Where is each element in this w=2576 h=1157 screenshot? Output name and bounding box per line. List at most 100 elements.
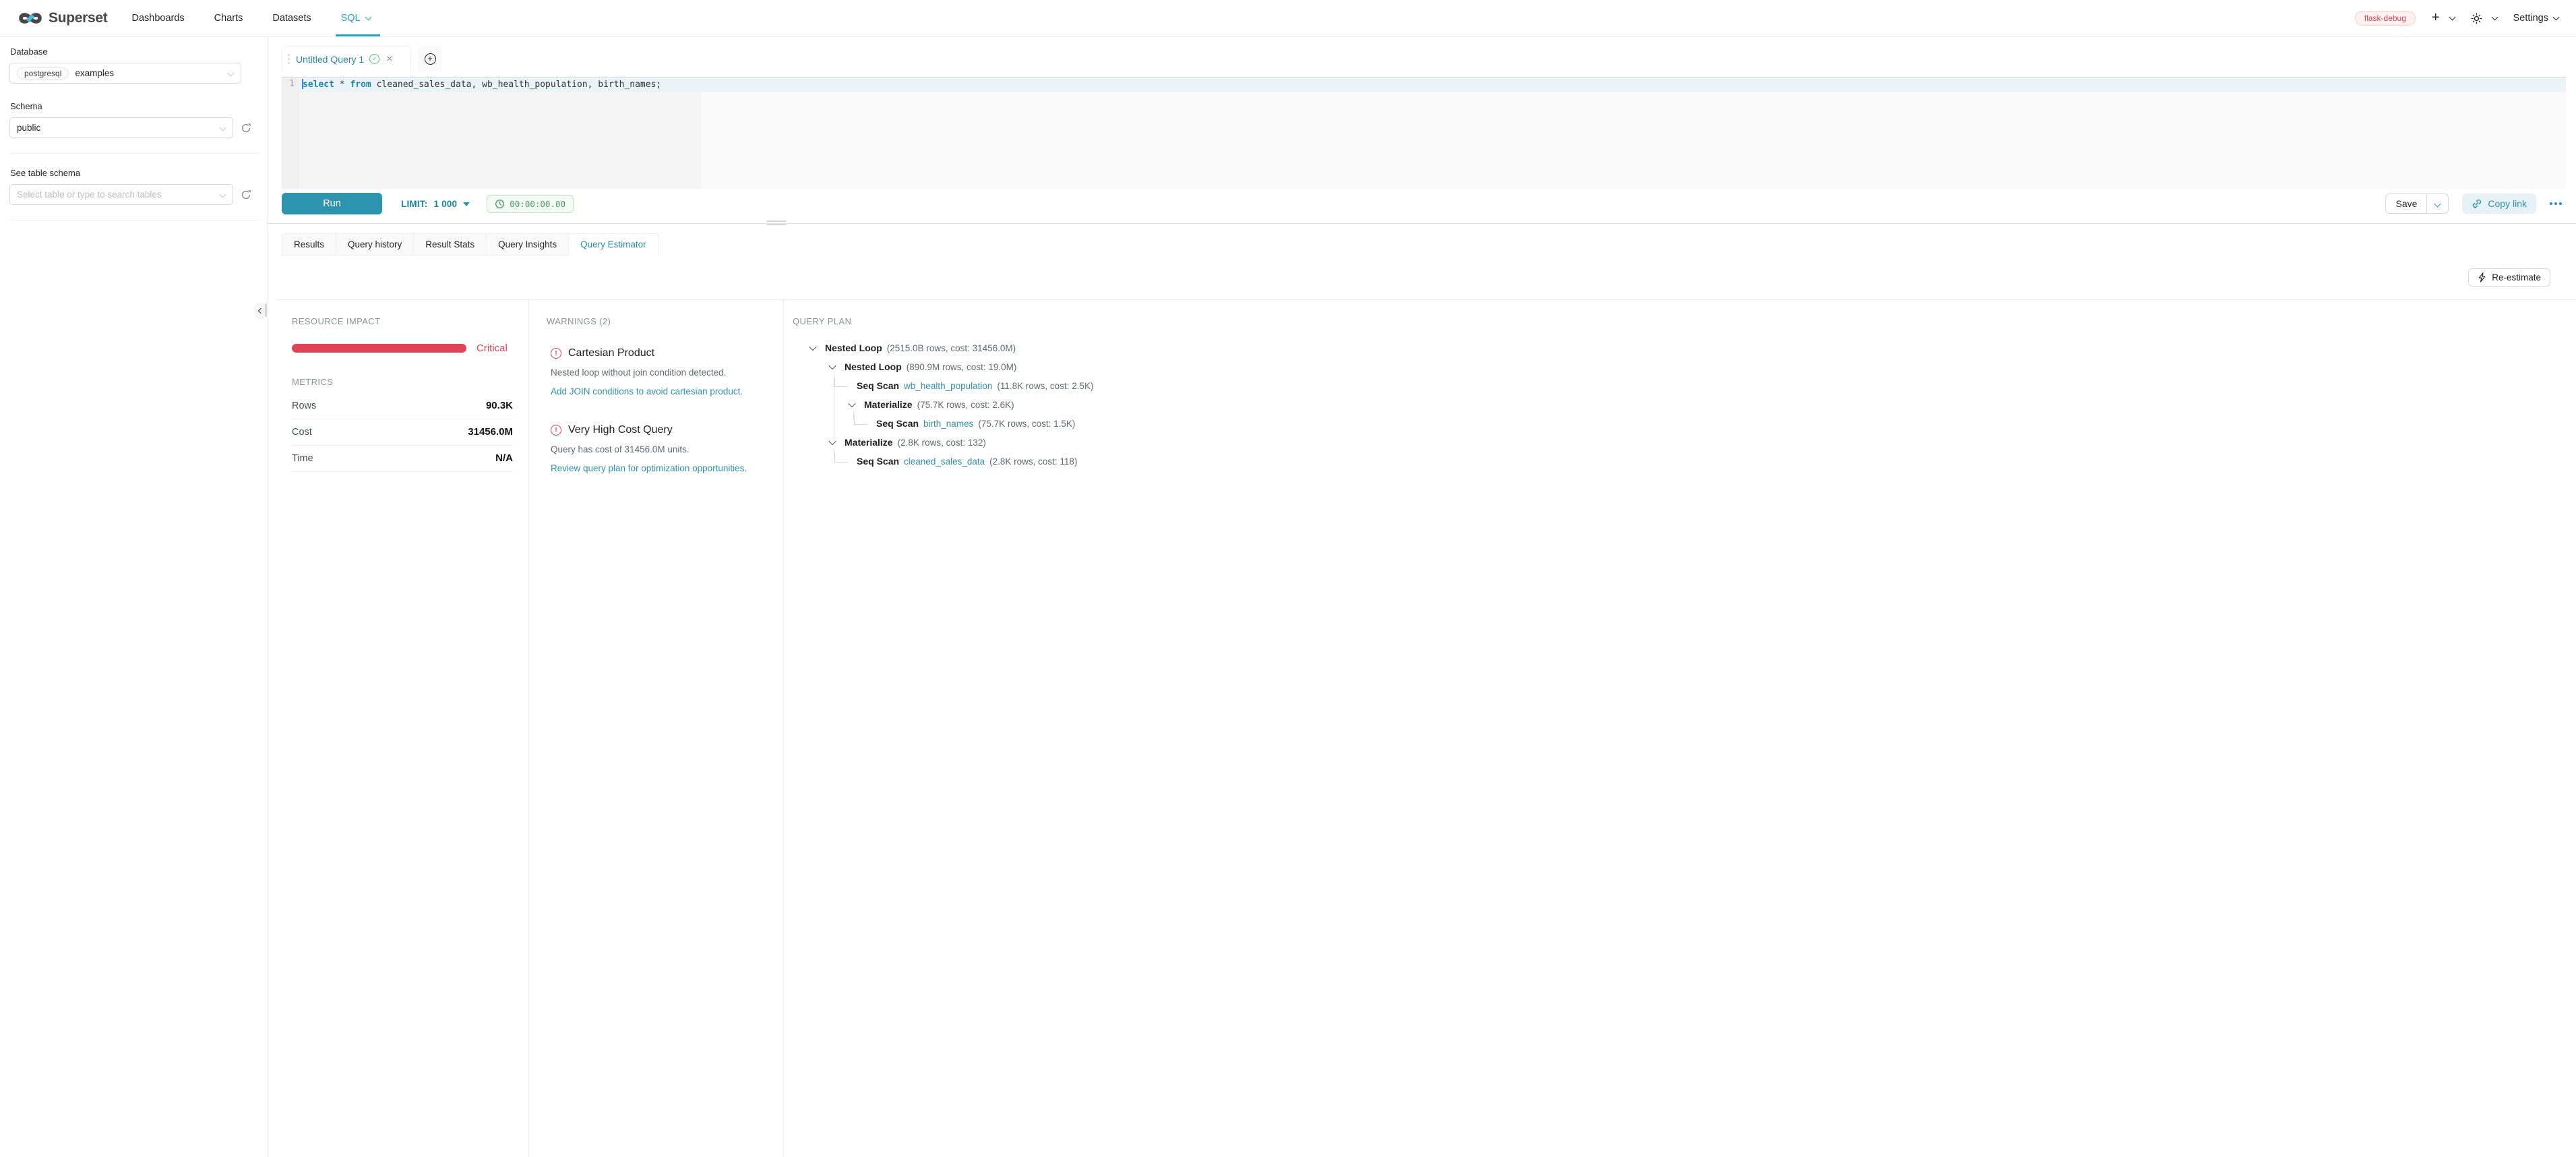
collapse-sidebar-button[interactable] [255, 303, 265, 319]
query-plan-heading: QUERY PLAN [793, 316, 2563, 326]
settings-menu[interactable]: Settings [2513, 13, 2558, 24]
sql-lab-sidebar: Database postgresql examples Schema publ… [0, 37, 268, 1157]
limit-dropdown[interactable]: LIMIT: 1 000 [401, 199, 470, 209]
copy-link-label: Copy link [2488, 198, 2527, 209]
chevron-down-icon [2491, 13, 2498, 20]
settings-label: Settings [2513, 13, 2548, 24]
database-value: examples [75, 68, 114, 78]
tab-results[interactable]: Results [282, 233, 336, 256]
navbar: Superset Dashboards Charts Datasets SQL … [0, 0, 2576, 37]
database-label: Database [10, 47, 257, 57]
table-schema-label: See table schema [10, 168, 257, 178]
active-tab-underline [336, 34, 380, 36]
copy-link-button[interactable]: Copy link [2462, 194, 2536, 214]
tab-result-stats[interactable]: Result Stats [413, 233, 487, 256]
tree-connector-icon [834, 378, 848, 387]
query-plan-tree: Nested Loop (2515.0B rows, cost: 31456.0… [793, 338, 2563, 471]
table-link[interactable]: birth_names [923, 419, 973, 429]
sql-text: * [334, 80, 350, 90]
query-plan-node: Seq Scan wb_health_population (11.8K row… [793, 376, 2563, 395]
resource-impact-heading: RESOURCE IMPACT [292, 316, 513, 326]
chevron-down-icon [220, 191, 226, 198]
chevron-left-icon [258, 308, 264, 314]
resource-impact-panel: RESOURCE IMPACT Critical METRICS Rows 90… [277, 300, 529, 1157]
more-options-icon[interactable] [2548, 198, 2563, 209]
nav-menu: Dashboards Charts Datasets SQL [131, 0, 370, 36]
chevron-down-icon[interactable] [828, 438, 836, 445]
pane-resize-handle[interactable] [766, 219, 787, 226]
save-button[interactable]: Save [2385, 194, 2427, 214]
close-tab-icon[interactable]: × [386, 54, 392, 65]
metric-value: N/A [495, 452, 513, 464]
tab-query-estimator[interactable]: Query Estimator [568, 233, 658, 256]
chevron-down-icon [220, 125, 226, 131]
new-query-tab-button[interactable]: + [418, 46, 442, 71]
scrollbar-thumb[interactable] [265, 303, 267, 317]
chevron-down-icon[interactable] [828, 362, 836, 369]
table-link[interactable]: cleaned_sales_data [904, 456, 985, 467]
schema-value: public [17, 123, 40, 133]
schema-select[interactable]: public [9, 117, 233, 138]
nav-item-charts[interactable]: Charts [214, 0, 243, 36]
estimator-body: RESOURCE IMPACT Critical METRICS Rows 90… [277, 299, 2576, 1157]
metric-row: Time N/A [292, 446, 513, 472]
warnings-panel: WARNINGS (2) ! Cartesian Product Nested … [529, 300, 784, 1157]
save-options-button[interactable] [2427, 194, 2449, 214]
metric-label: Time [292, 453, 313, 464]
table-select[interactable]: Select table or type to search tables [9, 184, 233, 205]
database-select[interactable]: postgresql examples [9, 63, 241, 84]
nav-item-datasets[interactable]: Datasets [272, 0, 311, 36]
plan-node-name: Seq Scan [876, 418, 919, 429]
results-tab-bar: Results Query history Result Stats Query… [282, 233, 2576, 256]
editor-gutter: 1 [282, 78, 299, 189]
query-timer: 00:00:00.00 [487, 195, 574, 213]
chevron-down-icon[interactable] [848, 400, 855, 407]
reestimate-label: Re-estimate [2492, 272, 2541, 283]
sql-keyword: select [303, 80, 334, 90]
plan-node-name: Nested Loop [825, 343, 882, 353]
nav-item-sql-label: SQL [341, 13, 361, 24]
run-button[interactable]: Run [282, 193, 382, 214]
metric-label: Cost [292, 427, 312, 438]
theme-menu[interactable] [2471, 13, 2497, 24]
superset-logo[interactable]: Superset [0, 9, 127, 27]
refresh-schemas-button[interactable] [241, 123, 251, 134]
sql-keyword: from [350, 80, 371, 90]
chevron-down-icon[interactable] [809, 343, 816, 351]
refresh-tables-button[interactable] [241, 189, 251, 200]
sql-code-line: select * from cleaned_sales_data, wb_hea… [302, 79, 661, 90]
warning-description: Nested loop without join condition detec… [551, 367, 766, 378]
tree-connector-icon [854, 415, 867, 425]
plus-icon: + [2432, 11, 2440, 24]
sql-editor[interactable]: 1 select * from cleaned_sales_data, wb_h… [282, 77, 2566, 189]
warning-suggestion-link[interactable]: Add JOIN conditions to avoid cartesian p… [551, 386, 743, 396]
warning-suggestion-link[interactable]: Review query plan for optimization oppor… [551, 463, 747, 473]
divider [9, 153, 260, 154]
query-tab[interactable]: Untitled Query 1 ✓ × [282, 46, 411, 71]
reestimate-button[interactable]: Re-estimate [2468, 268, 2550, 287]
plan-node-stats: (11.8K rows, cost: 2.5K) [997, 381, 1093, 391]
brand-name: Superset [49, 10, 107, 26]
chevron-down-icon [2449, 13, 2455, 20]
query-plan-node: Materialize (2.8K rows, cost: 132) [793, 433, 2563, 452]
query-tab-strip: Untitled Query 1 ✓ × + [282, 46, 2566, 71]
nav-item-dashboards[interactable]: Dashboards [131, 0, 184, 36]
check-circle-icon: ✓ [369, 54, 379, 64]
query-tab-title: Untitled Query 1 [296, 54, 364, 65]
new-item-menu[interactable]: + [2432, 12, 2455, 24]
plan-node-name: Seq Scan [857, 456, 899, 467]
table-link[interactable]: wb_health_population [904, 381, 992, 391]
query-plan-node: Nested Loop (890.9M rows, cost: 19.0M) [793, 357, 2563, 376]
schema-label: Schema [10, 101, 257, 111]
drag-handle-icon[interactable] [288, 54, 290, 64]
warning-title: Cartesian Product [568, 347, 654, 359]
warnings-heading: WARNINGS (2) [547, 316, 766, 326]
metric-value: 90.3K [486, 400, 513, 411]
tab-query-insights[interactable]: Query Insights [486, 233, 569, 256]
nav-item-sql[interactable]: SQL [341, 0, 371, 36]
database-engine-tag: postgresql [17, 67, 69, 80]
warning-circle-icon: ! [551, 425, 561, 436]
warning-title: Very High Cost Query [568, 424, 673, 436]
estimator-header: Re-estimate [268, 255, 2576, 299]
tab-query-history[interactable]: Query history [336, 233, 414, 256]
